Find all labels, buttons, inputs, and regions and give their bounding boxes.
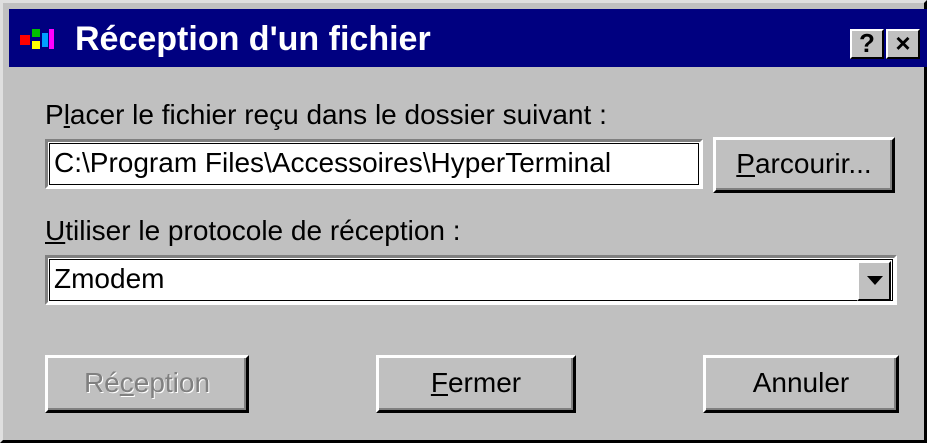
protocol-select[interactable]: Zmodem — [45, 255, 897, 305]
cancel-button[interactable]: Annuler — [703, 355, 899, 413]
folder-path-input[interactable]: C:\Program Files\Accessoires\HyperTermin… — [45, 139, 703, 189]
receive-button[interactable]: Réception — [45, 355, 249, 413]
close-window-button[interactable]: × — [886, 29, 920, 59]
window-title: Réception d'un fichier — [75, 20, 431, 58]
chevron-down-icon — [867, 276, 883, 285]
hyperterminal-app-icon — [20, 29, 54, 49]
folder-path-value: C:\Program Files\Accessoires\HyperTermin… — [54, 147, 612, 178]
browse-button-label: Parcourir... — [736, 148, 872, 179]
receive-file-dialog: Réception d'un fichier ? × Placer le fic… — [0, 0, 927, 443]
close-button-label: Fermer — [430, 367, 522, 398]
browse-button[interactable]: Parcourir... — [713, 137, 895, 193]
cancel-button-label: Annuler — [752, 367, 850, 398]
close-button[interactable]: Fermer — [376, 355, 576, 413]
protocol-selected-value: Zmodem — [54, 263, 165, 294]
dropdown-arrow-button[interactable] — [857, 261, 891, 301]
protocol-label: Utiliser le protocole de réception : — [45, 215, 461, 246]
title-bar[interactable]: Réception d'un fichier ? × — [9, 9, 927, 67]
receive-button-label: Réception — [83, 367, 211, 398]
help-button[interactable]: ? — [850, 29, 884, 59]
folder-label: Placer le fichier reçu dans le dossier s… — [45, 99, 607, 130]
